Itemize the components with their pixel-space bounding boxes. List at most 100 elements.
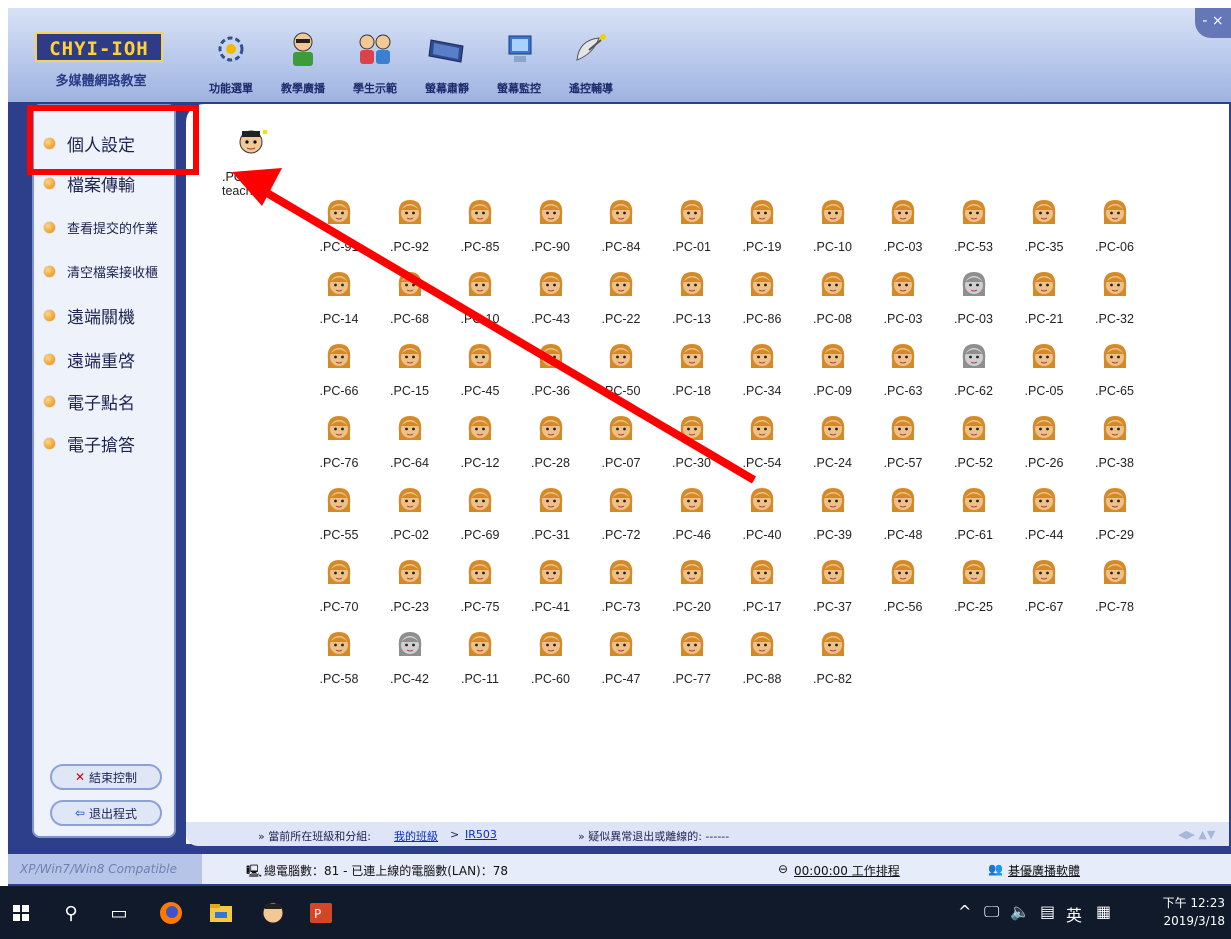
student-computer[interactable]: .PC-11 (445, 630, 515, 694)
toolbar-function-menu[interactable]: 功能選單 (198, 30, 264, 100)
taskbar-clock[interactable]: 下午 12:23 2019/3/18 (1163, 894, 1225, 930)
group-link[interactable]: 我的班級 (394, 828, 438, 844)
student-computer[interactable]: .PC-86 (727, 270, 797, 334)
student-computer[interactable]: .PC-88 (727, 630, 797, 694)
student-computer[interactable]: .PC-52 (939, 414, 1009, 478)
student-computer[interactable]: .PC-48 (868, 486, 938, 550)
search-icon[interactable]: ⚲ (56, 898, 86, 928)
student-computer[interactable]: .PC-28 (516, 414, 586, 478)
student-computer[interactable]: .PC-03 (868, 198, 938, 262)
student-computer[interactable]: .PC-37 (798, 558, 868, 622)
student-computer[interactable]: .PC-91 (304, 198, 374, 262)
student-computer[interactable]: .PC-72 (586, 486, 656, 550)
powerpoint-icon[interactable]: P (306, 898, 336, 928)
student-computer[interactable]: .PC-58 (304, 630, 374, 694)
student-computer[interactable]: .PC-02 (375, 486, 445, 550)
student-computer[interactable]: .PC-68 (375, 270, 445, 334)
student-computer[interactable]: .PC-24 (798, 414, 868, 478)
firefox-icon[interactable] (156, 898, 186, 928)
student-computer[interactable]: .PC-25 (939, 558, 1009, 622)
student-computer[interactable]: .PC-05 (1009, 342, 1079, 406)
exit-program-button[interactable]: ⇦ 退出程式 (50, 800, 162, 826)
student-computer[interactable]: .PC-67 (1009, 558, 1079, 622)
sidebar-item-view-submitted[interactable]: 查看提交的作業 (44, 212, 158, 242)
student-computer[interactable]: .PC-46 (657, 486, 727, 550)
student-computer[interactable]: .PC-31 (516, 486, 586, 550)
student-computer[interactable]: .PC-35 (1009, 198, 1079, 262)
student-computer[interactable]: .PC-50 (586, 342, 656, 406)
volume-icon[interactable]: 🔈 (1010, 902, 1030, 921)
student-computer[interactable]: .PC-26 (1009, 414, 1079, 478)
student-computer[interactable]: .PC-15 (375, 342, 445, 406)
student-computer[interactable]: .PC-29 (1080, 486, 1150, 550)
student-computer[interactable]: .PC-82 (798, 630, 868, 694)
student-computer[interactable]: .PC-60 (516, 630, 586, 694)
sidebar-item-remote-shutdown[interactable]: 遠端關機 (44, 300, 135, 330)
sidebar-item-clear-inbox[interactable]: 清空檔案接收櫃 (44, 256, 158, 286)
student-computer[interactable]: .PC-38 (1080, 414, 1150, 478)
network-icon[interactable]: 🖵 (984, 902, 999, 922)
student-computer[interactable]: .PC-92 (375, 198, 445, 262)
student-computer[interactable]: .PC-18 (657, 342, 727, 406)
student-computer[interactable]: .PC-14 (304, 270, 374, 334)
student-computer[interactable]: .PC-17 (727, 558, 797, 622)
student-computer[interactable]: .PC-62 (939, 342, 1009, 406)
student-computer[interactable]: .PC-75 (445, 558, 515, 622)
student-computer[interactable]: .PC-06 (1080, 198, 1150, 262)
student-computer[interactable]: .PC-66 (304, 342, 374, 406)
student-computer[interactable]: .PC-76 (304, 414, 374, 478)
end-control-button[interactable]: ✕ 結束控制 (50, 764, 162, 790)
student-computer[interactable]: .PC-21 (1009, 270, 1079, 334)
student-computer[interactable]: .PC-90 (516, 198, 586, 262)
student-computer[interactable]: .PC-69 (445, 486, 515, 550)
input-language[interactable]: 英 (1066, 902, 1082, 926)
schedule-link[interactable]: 00:00:00 工作排程 (794, 862, 900, 879)
sidebar-item-roll-call[interactable]: 電子點名 (44, 386, 135, 416)
student-computer[interactable]: .PC-19 (727, 198, 797, 262)
student-computer[interactable]: .PC-44 (1009, 486, 1079, 550)
student-computer[interactable]: .PC-03 (868, 270, 938, 334)
room-link[interactable]: IR503 (465, 828, 497, 841)
student-computer[interactable]: .PC-84 (586, 198, 656, 262)
student-computer[interactable]: .PC-70 (304, 558, 374, 622)
student-computer[interactable]: .PC-10 (798, 198, 868, 262)
sidebar-item-file-transfer[interactable]: 檔案傳輸 (44, 168, 135, 198)
student-computer[interactable]: .PC-01 (657, 198, 727, 262)
student-computer[interactable]: .PC-23 (375, 558, 445, 622)
student-computer[interactable]: .PC-40 (727, 486, 797, 550)
sidebar-item-personal-settings[interactable]: 個人設定 (44, 128, 135, 158)
student-computer[interactable]: .PC-20 (657, 558, 727, 622)
student-computer[interactable]: .PC-08 (798, 270, 868, 334)
student-computer[interactable]: .PC-36 (516, 342, 586, 406)
show-hidden-icons-icon[interactable]: ^ (958, 902, 971, 921)
toolbar-remote-assist[interactable]: 遙控輔導 (558, 30, 624, 100)
student-computer[interactable]: .PC-34 (727, 342, 797, 406)
student-computer[interactable]: .PC-41 (516, 558, 586, 622)
student-computer[interactable]: .PC-57 (868, 414, 938, 478)
scroll-arrows-icon[interactable]: ◀▶ ▲▼ (1178, 828, 1215, 841)
student-computer[interactable]: .PC-30 (657, 414, 727, 478)
ime-icon[interactable]: ▦ (1096, 902, 1111, 921)
toolbar-screen-monitor[interactable]: 螢幕監控 (486, 30, 552, 100)
student-computer[interactable]: .PC-53 (939, 198, 1009, 262)
student-computer[interactable]: .PC-09 (798, 342, 868, 406)
student-computer[interactable]: .PC-12 (445, 414, 515, 478)
student-computer[interactable]: .PC-78 (1080, 558, 1150, 622)
sidebar-item-quick-answer[interactable]: 電子搶答 (44, 428, 135, 458)
student-computer[interactable]: .PC-45 (445, 342, 515, 406)
student-computer[interactable]: .PC-65 (1080, 342, 1150, 406)
toolbar-teaching-broadcast[interactable]: 教學廣播 (270, 30, 336, 100)
student-computer[interactable]: .PC-54 (727, 414, 797, 478)
student-computer[interactable]: .PC-77 (657, 630, 727, 694)
broadcast-software-link[interactable]: 碁優廣播軟體 (1008, 862, 1080, 879)
windows-start-icon[interactable] (6, 898, 36, 928)
student-computer[interactable]: .PC-22 (586, 270, 656, 334)
student-computer[interactable]: .PC-47 (586, 630, 656, 694)
teacher-computer[interactable]: .PC-teache (222, 128, 282, 198)
student-computer[interactable]: .PC-43 (516, 270, 586, 334)
student-computer[interactable]: .PC-07 (586, 414, 656, 478)
student-computer[interactable]: .PC-64 (375, 414, 445, 478)
student-computer[interactable]: .PC-03 (939, 270, 1009, 334)
student-computer[interactable]: .PC-56 (868, 558, 938, 622)
task-view-icon[interactable]: ▭ (104, 898, 134, 928)
